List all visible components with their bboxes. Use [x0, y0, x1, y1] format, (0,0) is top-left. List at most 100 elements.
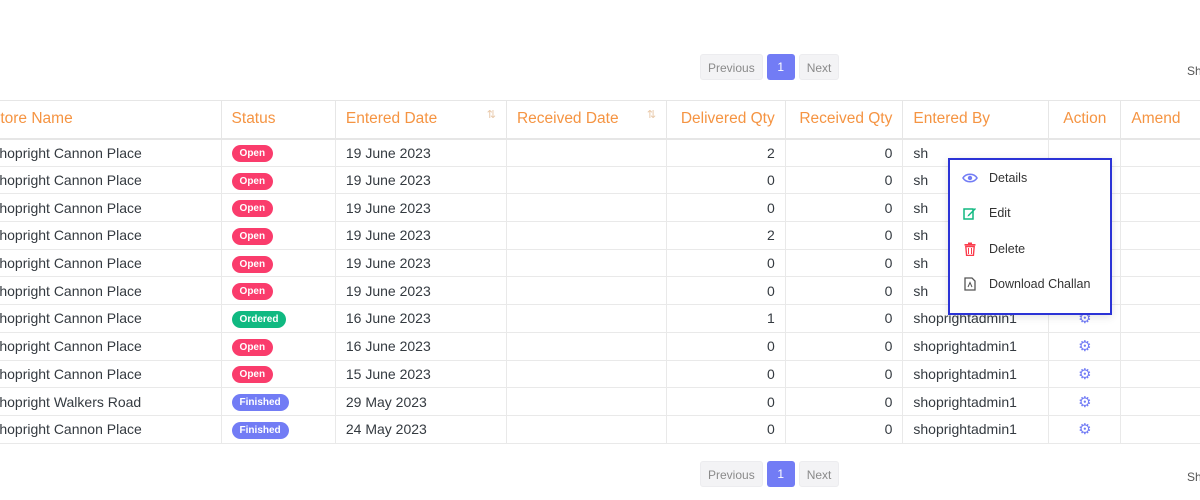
cell-delivered-qty: 0 [666, 249, 786, 278]
cell-store-name: Shopright Walkers Road [0, 387, 222, 416]
sort-icon[interactable]: ⇅ [647, 108, 656, 121]
cell-store-name: Shopright Cannon Place [0, 276, 222, 306]
cell-status: Finished [220, 415, 336, 444]
cell-received-qty: 0 [784, 360, 903, 389]
next-page-button[interactable]: Next [798, 54, 840, 80]
cell-received-date [505, 166, 667, 195]
cell-action: ⚙ [1048, 332, 1121, 361]
cell-status: Open [220, 276, 336, 306]
cell-amend [1120, 193, 1200, 223]
page-1-button[interactable]: 1 [766, 54, 795, 80]
menu-item-label: Details [989, 170, 1028, 185]
status-badge: Open [231, 172, 274, 190]
cell-amend [1120, 360, 1200, 389]
cell-delivered-qty: 2 [666, 138, 786, 167]
cell-received-date [505, 415, 667, 444]
cell-entered-by: shoprightadmin1 [902, 360, 1049, 389]
cell-delivered-qty: 0 [666, 193, 786, 223]
cell-received-date [505, 193, 667, 223]
cell-store-name: Shopright Cannon Place [0, 415, 222, 444]
cell-delivered-qty: 0 [666, 415, 786, 444]
cell-status: Open [220, 221, 336, 250]
cell-received-qty: 0 [784, 387, 903, 416]
cell-received-date [505, 221, 667, 250]
cell-store-name: Shopright Cannon Place [0, 332, 222, 361]
edit-icon [962, 205, 978, 221]
cell-status: Finished [220, 387, 336, 416]
previous-page-button[interactable]: Previous [700, 54, 763, 80]
table-header-row: Store Name Status Entered Date ⇅ Received… [0, 100, 1200, 140]
cell-entered-date: 19 June 2023 [334, 193, 507, 223]
gear-icon[interactable]: ⚙ [1078, 393, 1091, 411]
cell-received-qty: 0 [784, 221, 903, 250]
cell-received-date [505, 387, 667, 416]
status-badge: Open [231, 227, 274, 245]
cell-entered-date: 19 June 2023 [334, 166, 507, 195]
cell-store-name: Shopright Cannon Place [0, 138, 222, 167]
header-store-name[interactable]: Store Name [0, 100, 222, 140]
header-entered-date[interactable]: Entered Date ⇅ [334, 100, 507, 140]
gear-icon[interactable]: ⚙ [1078, 365, 1091, 383]
cell-store-name: Shopright Cannon Place [0, 221, 222, 250]
cell-action: ⚙ [1048, 360, 1121, 389]
cell-status: Open [220, 360, 336, 389]
cell-action: ⚙ [1048, 387, 1121, 416]
header-received-qty[interactable]: Received Qty [784, 100, 903, 140]
cell-amend [1120, 332, 1200, 361]
cell-store-name: Shopright Cannon Place [0, 166, 222, 195]
cell-status: Open [220, 332, 336, 361]
cell-entered-by: shoprightadmin1 [902, 387, 1049, 416]
header-entered-by[interactable]: Entered By [902, 100, 1049, 140]
header-amend: Amend [1120, 100, 1200, 140]
cell-entered-date: 16 June 2023 [334, 332, 507, 361]
previous-page-button[interactable]: Previous [700, 461, 763, 487]
cell-amend [1120, 138, 1200, 167]
cell-entered-date: 15 June 2023 [334, 360, 507, 389]
header-status[interactable]: Status [220, 100, 336, 140]
cell-received-date [505, 276, 667, 306]
menu-item-details[interactable]: Details [950, 160, 1110, 196]
header-received-date[interactable]: Received Date ⇅ [505, 100, 667, 140]
status-badge: Open [231, 366, 274, 384]
cell-entered-date: 19 June 2023 [334, 249, 507, 278]
menu-item-download-challan[interactable]: Download Challan [950, 267, 1110, 303]
cell-amend [1120, 304, 1200, 333]
cell-amend [1120, 415, 1200, 444]
cell-store-name: Shopright Cannon Place [0, 304, 222, 333]
header-delivered-qty[interactable]: Delivered Qty [666, 100, 786, 140]
cell-received-date [505, 304, 667, 333]
cell-received-date [505, 138, 667, 167]
cell-delivered-qty: 0 [666, 332, 786, 361]
cell-received-qty: 0 [784, 193, 903, 223]
edge-label-top: Sh [1187, 64, 1200, 78]
cell-amend [1120, 249, 1200, 278]
eye-icon [962, 170, 978, 186]
cell-received-date [505, 332, 667, 361]
sort-icon[interactable]: ⇅ [487, 108, 496, 121]
gear-icon[interactable]: ⚙ [1078, 420, 1091, 438]
cell-delivered-qty: 2 [666, 221, 786, 250]
cell-delivered-qty: 0 [666, 360, 786, 389]
cell-store-name: Shopright Cannon Place [0, 360, 222, 389]
status-badge: Finished [231, 421, 289, 439]
menu-item-delete[interactable]: Delete [950, 231, 1110, 267]
next-page-button[interactable]: Next [798, 461, 840, 487]
cell-received-qty: 0 [784, 304, 903, 333]
header-action: Action [1048, 100, 1121, 140]
cell-entered-date: 29 May 2023 [334, 387, 507, 416]
action-dropdown-menu: Details Edit Delete Download Challan [948, 158, 1112, 315]
cell-amend [1120, 276, 1200, 306]
gear-icon[interactable]: ⚙ [1078, 337, 1091, 355]
cell-entered-date: 24 May 2023 [334, 415, 507, 444]
page-1-button[interactable]: 1 [766, 461, 795, 487]
menu-item-edit[interactable]: Edit [950, 196, 1110, 232]
table-row: Shopright Cannon Place Open 15 June 2023 0 0… [0, 360, 1200, 389]
cell-status: Open [220, 138, 336, 167]
status-badge: Open [231, 145, 274, 163]
cell-entered-date: 19 June 2023 [334, 221, 507, 250]
cell-status: Open [220, 249, 336, 278]
status-badge: Ordered [231, 310, 287, 328]
cell-received-qty: 0 [784, 415, 903, 444]
cell-store-name: Shopright Cannon Place [0, 193, 222, 223]
cell-amend [1120, 221, 1200, 250]
